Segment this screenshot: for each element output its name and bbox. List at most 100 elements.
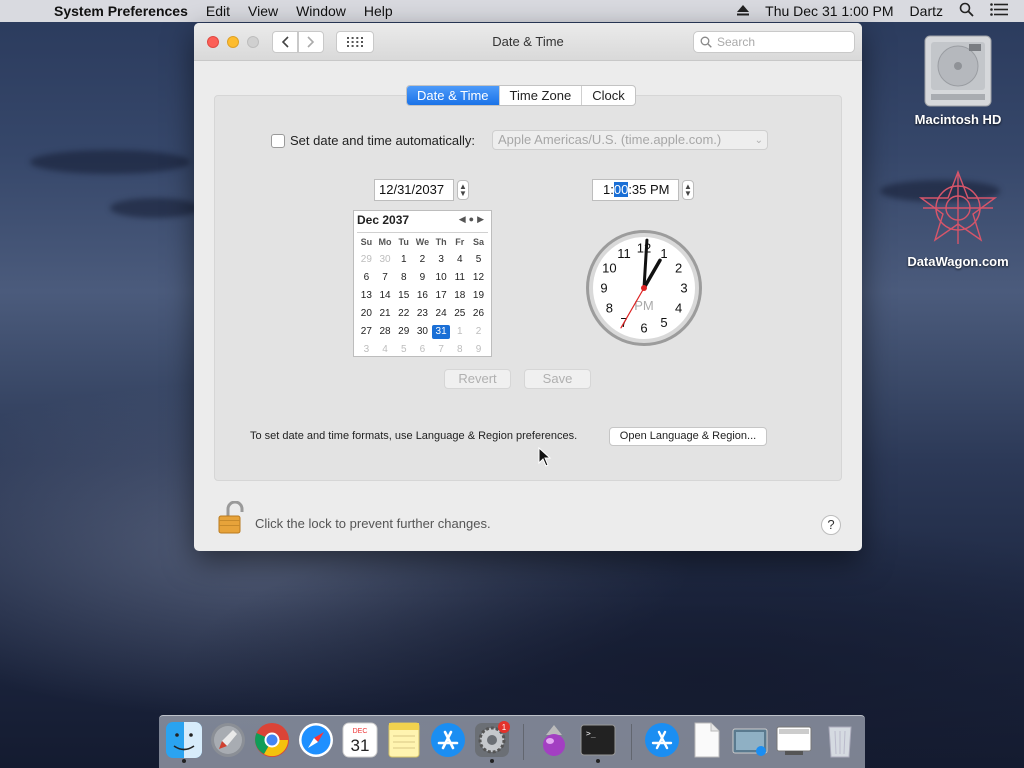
- date-time-window: Date & Time Search Date & Time Time Zone…: [194, 23, 862, 551]
- calendar-day[interactable]: 25: [450, 307, 469, 321]
- screenshot-icon[interactable]: [731, 721, 769, 759]
- time-stepper[interactable]: ▲ ▼: [682, 180, 694, 200]
- revert-button[interactable]: Revert: [444, 369, 511, 389]
- menu-window[interactable]: Window: [296, 3, 346, 19]
- system-preferences-icon[interactable]: 1: [473, 721, 511, 763]
- chevron-down-icon[interactable]: ▼: [684, 190, 692, 198]
- eject-icon[interactable]: [737, 3, 750, 19]
- calendar-day[interactable]: 10: [432, 271, 451, 285]
- calendar-day[interactable]: 2: [469, 325, 488, 339]
- menubar-clock[interactable]: Thu Dec 31 1:00 PM: [765, 3, 893, 19]
- menubar-user[interactable]: Dartz: [910, 3, 943, 19]
- calendar-day[interactable]: 11: [450, 271, 469, 285]
- calendar-day[interactable]: 17: [432, 289, 451, 303]
- calendar-today-icon[interactable]: ●: [469, 214, 477, 224]
- calendar-next-icon[interactable]: ▶: [477, 214, 487, 224]
- clock-number: 10: [602, 261, 616, 276]
- chrome-icon[interactable]: [253, 721, 291, 759]
- calendar-day[interactable]: 9: [469, 343, 488, 357]
- calendar-day[interactable]: 8: [394, 271, 413, 285]
- open-language-region-button[interactable]: Open Language & Region...: [609, 427, 767, 446]
- tab-date-time[interactable]: Date & Time: [407, 86, 500, 105]
- clock-number: 6: [640, 321, 647, 336]
- auto-time-checkbox[interactable]: [271, 133, 285, 148]
- document-icon[interactable]: [687, 721, 725, 759]
- calendar-day[interactable]: 30: [376, 253, 395, 267]
- analog-clock[interactable]: 121234567891011PM: [584, 228, 704, 348]
- notification-center-icon[interactable]: [990, 3, 1008, 19]
- calendar-day[interactable]: 2: [413, 253, 432, 267]
- calendar-day[interactable]: 1: [394, 253, 413, 267]
- desktop-icon-macintosh-hd[interactable]: Macintosh HD: [903, 32, 1013, 127]
- menu-app-name[interactable]: System Preferences: [54, 3, 188, 19]
- menu-edit[interactable]: Edit: [206, 3, 230, 19]
- trash-icon[interactable]: [821, 721, 859, 759]
- chevron-down-icon[interactable]: ▼: [459, 190, 467, 198]
- calendar-day[interactable]: 28: [376, 325, 395, 339]
- downloads-icon[interactable]: [643, 721, 681, 759]
- time-minute-selected[interactable]: 00: [613, 182, 629, 197]
- calendar-prev-icon[interactable]: ◀: [459, 214, 469, 224]
- calendar-day[interactable]: 6: [413, 343, 432, 357]
- installer-icon[interactable]: [535, 721, 573, 759]
- calendar-day[interactable]: 1: [450, 325, 469, 339]
- calendar-day[interactable]: 27: [357, 325, 376, 339]
- save-button[interactable]: Save: [524, 369, 591, 389]
- app-store-icon[interactable]: [429, 721, 467, 759]
- calendar-day[interactable]: 15: [394, 289, 413, 303]
- clock-number: 9: [600, 281, 607, 296]
- time-seconds-ampm[interactable]: :35 PM: [628, 182, 669, 197]
- calendar-day-selected[interactable]: 31: [431, 325, 451, 339]
- date-stepper[interactable]: ▲ ▼: [457, 180, 469, 200]
- calendar-day[interactable]: 5: [394, 343, 413, 357]
- calendar-day[interactable]: 29: [394, 325, 413, 339]
- safari-icon[interactable]: [297, 721, 335, 759]
- calendar-day[interactable]: 29: [357, 253, 376, 267]
- title-bar[interactable]: Date & Time Search: [194, 23, 862, 61]
- time-hour[interactable]: 1:: [603, 182, 614, 197]
- menu-help[interactable]: Help: [364, 3, 393, 19]
- help-button[interactable]: ?: [821, 515, 841, 535]
- calendar-day[interactable]: 12: [469, 271, 488, 285]
- calendar-day[interactable]: 14: [376, 289, 395, 303]
- xquartz-icon[interactable]: [775, 721, 813, 759]
- finder-icon[interactable]: [165, 721, 203, 763]
- calendar-day[interactable]: 8: [450, 343, 469, 357]
- calendar-day[interactable]: 6: [357, 271, 376, 285]
- calendar-day[interactable]: 18: [450, 289, 469, 303]
- calendar-day[interactable]: 30: [413, 325, 432, 339]
- menu-view[interactable]: View: [248, 3, 278, 19]
- time-server-select[interactable]: Apple Americas/U.S. (time.apple.com.) ⌄: [492, 130, 768, 150]
- calendar-day[interactable]: 16: [413, 289, 432, 303]
- calendar-icon[interactable]: DEC 31: [341, 721, 379, 759]
- calendar-day[interactable]: 3: [357, 343, 376, 357]
- spotlight-icon[interactable]: [959, 2, 974, 20]
- search-field[interactable]: Search: [693, 31, 855, 53]
- calendar-day[interactable]: 23: [413, 307, 432, 321]
- calendar-day[interactable]: 13: [357, 289, 376, 303]
- calendar-day[interactable]: 24: [432, 307, 451, 321]
- calendar-day[interactable]: 19: [469, 289, 488, 303]
- notes-icon[interactable]: [385, 721, 423, 759]
- tab-time-zone[interactable]: Time Zone: [500, 86, 583, 105]
- date-input[interactable]: 12/31/2037: [374, 179, 454, 201]
- tab-clock[interactable]: Clock: [582, 86, 635, 105]
- calendar-day[interactable]: 5: [469, 253, 488, 267]
- calendar-day[interactable]: 7: [376, 271, 395, 285]
- calendar-day-text: 31: [351, 736, 370, 755]
- calendar-day[interactable]: 3: [432, 253, 451, 267]
- terminal-icon[interactable]: >_: [579, 721, 617, 763]
- calendar-day[interactable]: 26: [469, 307, 488, 321]
- datawagon-logo-icon: [918, 170, 998, 244]
- launchpad-icon[interactable]: [209, 721, 247, 759]
- lock-icon[interactable]: [218, 500, 244, 540]
- calendar-day[interactable]: 22: [394, 307, 413, 321]
- calendar-day[interactable]: 21: [376, 307, 395, 321]
- calendar-day[interactable]: 20: [357, 307, 376, 321]
- calendar-day[interactable]: 7: [432, 343, 451, 357]
- calendar-day[interactable]: 4: [376, 343, 395, 357]
- time-input[interactable]: 1:00:35 PM: [592, 179, 679, 201]
- calendar-day[interactable]: 4: [450, 253, 469, 267]
- calendar-day[interactable]: 9: [413, 271, 432, 285]
- desktop-icon-datawagon[interactable]: DataWagon.com: [903, 168, 1013, 269]
